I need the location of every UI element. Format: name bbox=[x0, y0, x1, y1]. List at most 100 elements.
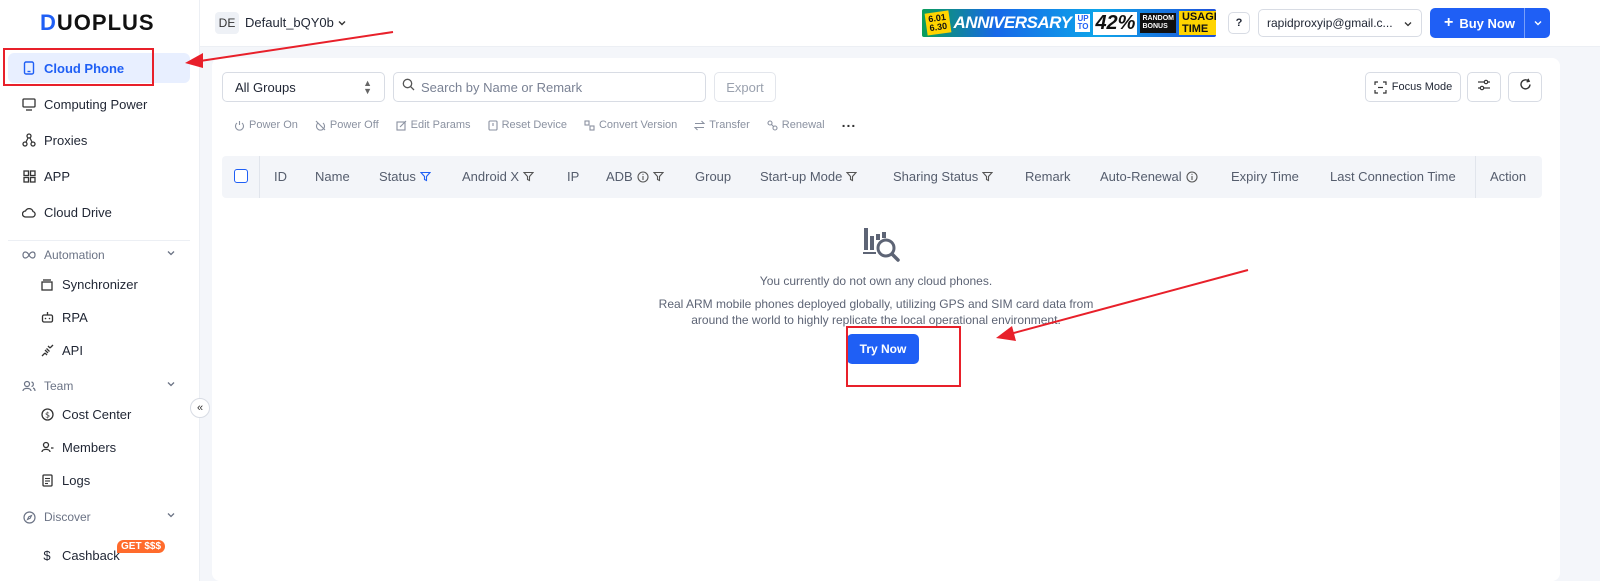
sidebar-item-label: Logs bbox=[62, 472, 91, 488]
help-button[interactable]: ? bbox=[1228, 12, 1250, 34]
column-adb[interactable]: ADB bbox=[606, 169, 664, 184]
chevron-down-icon bbox=[166, 509, 176, 523]
workspace-name[interactable]: Default_bQY0b bbox=[245, 15, 334, 30]
sidebar-item-synchronizer[interactable]: Synchronizer bbox=[8, 269, 190, 299]
reset-device-button[interactable]: Reset Device bbox=[488, 119, 567, 131]
reset-device-label: Reset Device bbox=[501, 119, 567, 131]
buy-dropdown-chevron-icon[interactable] bbox=[1524, 8, 1550, 38]
filter-icon[interactable] bbox=[846, 171, 858, 182]
column-label: Group bbox=[695, 169, 732, 184]
dollar-circle-icon: $ bbox=[40, 407, 54, 421]
column-remark[interactable]: Remark bbox=[1025, 169, 1071, 184]
sidebar-item-computing-power[interactable]: Computing Power bbox=[8, 89, 190, 119]
column-expiry-time[interactable]: Expiry Time bbox=[1231, 169, 1299, 184]
transfer-button[interactable]: Transfer bbox=[694, 119, 750, 131]
group-select[interactable]: All Groups ▲ ▼ bbox=[222, 72, 385, 102]
sidebar-item-logs[interactable]: Logs bbox=[8, 465, 190, 495]
edit-icon bbox=[396, 120, 407, 131]
column-sharing-status[interactable]: Sharing Status bbox=[893, 169, 994, 184]
sidebar-item-label: Members bbox=[62, 439, 117, 455]
column-label: Start-up Mode bbox=[760, 169, 843, 184]
search-input[interactable] bbox=[421, 79, 691, 95]
power-off-button[interactable]: Power Off bbox=[315, 119, 379, 131]
sidebar-divider bbox=[8, 240, 190, 241]
renewal-button[interactable]: Renewal bbox=[767, 119, 825, 131]
more-actions-icon[interactable]: ... bbox=[842, 114, 857, 130]
infinity-icon bbox=[22, 248, 36, 262]
column-ip[interactable]: IP bbox=[567, 169, 579, 184]
anniversary-promo-banner[interactable]: 6.01 6.30 ANNIVERSARY UP TO 42% RANDOM B… bbox=[922, 9, 1216, 37]
cloud-icon bbox=[22, 205, 36, 219]
account-dropdown[interactable]: rapidproxyip@gmail.c... bbox=[1258, 9, 1422, 37]
renewal-icon bbox=[767, 119, 778, 131]
empty-search-icon bbox=[862, 224, 902, 267]
sidebar-item-label: Synchronizer bbox=[62, 276, 138, 292]
column-status[interactable]: Status bbox=[379, 169, 431, 184]
column-label: Remark bbox=[1025, 169, 1071, 184]
section-automation[interactable]: Automation bbox=[8, 243, 190, 267]
top-header: DE Default_bQY0b 6.01 6.30 ANNIVERSARY U… bbox=[200, 0, 1600, 47]
power-off-icon bbox=[315, 120, 326, 131]
promo-title: ANNIVERSARY bbox=[953, 13, 1072, 32]
chevron-down-icon bbox=[1403, 18, 1413, 32]
column-settings-button[interactable] bbox=[1467, 72, 1501, 102]
edit-params-button[interactable]: Edit Params bbox=[396, 119, 471, 131]
focus-mode-button[interactable]: Focus Mode bbox=[1365, 72, 1461, 102]
section-label: Discover bbox=[44, 510, 91, 524]
filter-icon[interactable] bbox=[652, 171, 664, 182]
members-icon bbox=[40, 440, 54, 454]
sidebar-item-cloud-drive[interactable]: Cloud Drive bbox=[8, 197, 190, 227]
column-group[interactable]: Group bbox=[695, 169, 731, 184]
column-label: Last Connection Time bbox=[1330, 169, 1456, 184]
sidebar-item-rpa[interactable]: RPA bbox=[8, 302, 190, 332]
chevron-down-icon[interactable] bbox=[336, 16, 348, 34]
section-label: Automation bbox=[44, 248, 105, 262]
refresh-button[interactable] bbox=[1508, 72, 1542, 102]
column-id[interactable]: ID bbox=[274, 169, 287, 184]
column-label: Android X bbox=[462, 169, 520, 184]
column-last-connection-time[interactable]: Last Connection Time bbox=[1330, 169, 1456, 184]
sidebar-item-label: APP bbox=[44, 168, 71, 184]
buy-now-button[interactable]: + Buy Now bbox=[1430, 8, 1550, 38]
column-label: Auto-Renewal bbox=[1100, 169, 1182, 184]
promo-dates: 6.01 6.30 bbox=[924, 10, 951, 36]
transfer-icon bbox=[694, 120, 706, 131]
transfer-label: Transfer bbox=[709, 119, 750, 131]
power-off-label: Power Off bbox=[329, 119, 379, 131]
info-icon[interactable] bbox=[1186, 170, 1198, 183]
sidebar-item-api[interactable]: API bbox=[8, 335, 190, 365]
convert-version-button[interactable]: Convert Version bbox=[584, 119, 677, 131]
collapse-sidebar-button[interactable]: « bbox=[190, 398, 210, 418]
column-label: Name bbox=[315, 169, 350, 184]
workspace-avatar[interactable]: DE bbox=[215, 12, 239, 34]
section-team[interactable]: Team bbox=[8, 374, 190, 398]
sidebar-item-proxies[interactable]: Proxies bbox=[8, 125, 190, 155]
sidebar-item-label: Cloud Drive bbox=[44, 204, 112, 220]
duoplus-logo[interactable]: DUOPLUS bbox=[40, 10, 155, 36]
sidebar-item-members[interactable]: Members bbox=[8, 432, 190, 462]
power-icon bbox=[234, 120, 245, 131]
info-icon[interactable] bbox=[637, 170, 649, 183]
sidebar-item-label: RPA bbox=[62, 309, 88, 325]
power-on-button[interactable]: Power On bbox=[234, 119, 298, 131]
column-auto-renewal[interactable]: Auto-Renewal bbox=[1100, 169, 1198, 184]
highlight-box-cloud-phone bbox=[3, 48, 154, 86]
sidebar-item-label: Cost Center bbox=[62, 406, 132, 422]
export-button[interactable]: Export bbox=[714, 72, 776, 102]
updown-icon: ▲ ▼ bbox=[363, 78, 372, 96]
sidebar-item-label: Cashback bbox=[62, 547, 120, 563]
svg-text:$: $ bbox=[44, 410, 49, 419]
sidebar-item-app[interactable]: APP bbox=[8, 161, 190, 191]
filter-icon[interactable] bbox=[523, 171, 535, 182]
section-discover[interactable]: Discover bbox=[8, 505, 190, 529]
column-name[interactable]: Name bbox=[315, 169, 350, 184]
filter-icon[interactable] bbox=[419, 171, 431, 182]
column-android-x[interactable]: Android X bbox=[462, 169, 535, 184]
filter-icon[interactable] bbox=[982, 171, 994, 182]
plug-icon bbox=[40, 343, 54, 357]
column-action[interactable]: Action bbox=[1490, 169, 1526, 184]
sidebar-item-label: Computing Power bbox=[44, 96, 148, 112]
sidebar-item-cost-center[interactable]: $ Cost Center bbox=[8, 399, 190, 429]
select-all-checkbox[interactable] bbox=[234, 169, 248, 183]
column-startup-mode[interactable]: Start-up Mode bbox=[760, 169, 858, 184]
